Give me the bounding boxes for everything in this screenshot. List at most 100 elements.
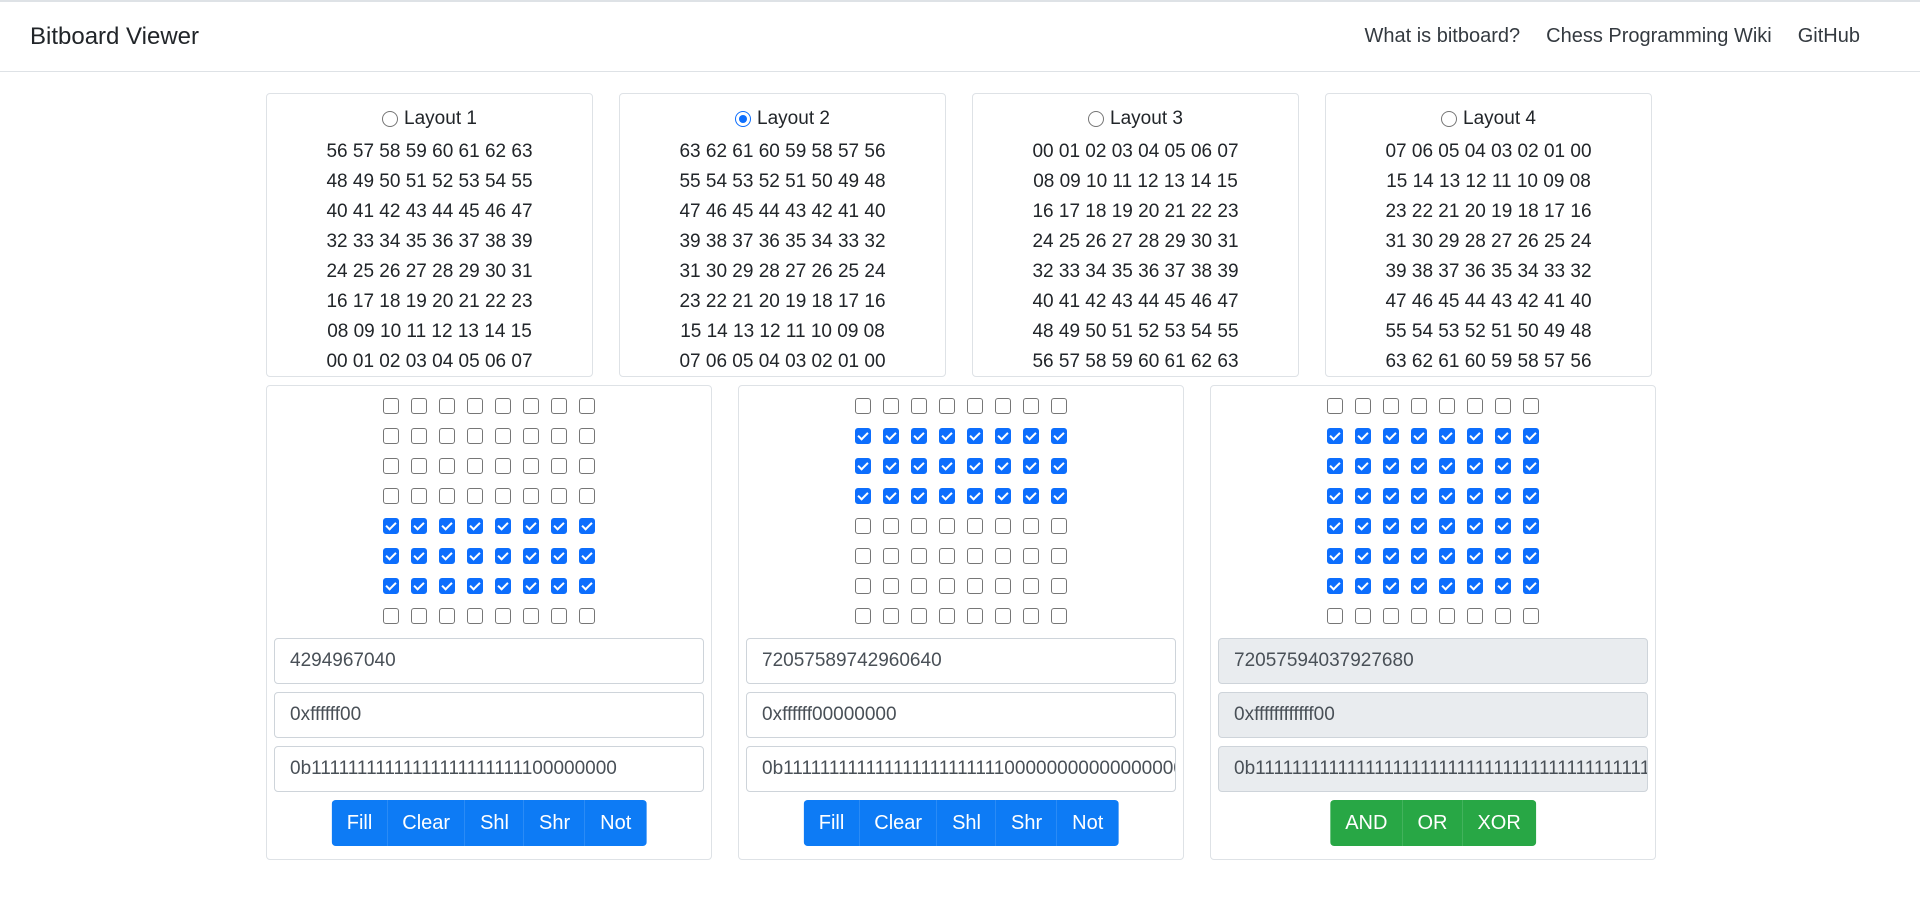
bit-checkbox[interactable] xyxy=(967,548,983,564)
bit-checkbox[interactable] xyxy=(467,398,483,414)
bit-checkbox[interactable] xyxy=(939,548,955,564)
bit-checkbox[interactable] xyxy=(579,548,595,564)
bit-checkbox[interactable] xyxy=(911,578,927,594)
bit-checkbox[interactable] xyxy=(911,518,927,534)
bit-checkbox[interactable] xyxy=(1023,458,1039,474)
bit-checkbox[interactable] xyxy=(911,428,927,444)
bit-checkbox[interactable] xyxy=(855,428,871,444)
bit-checkbox[interactable] xyxy=(411,488,427,504)
bit-checkbox[interactable] xyxy=(967,458,983,474)
clear-button[interactable]: Clear xyxy=(859,800,938,846)
shl-button[interactable]: Shl xyxy=(937,800,996,846)
bit-checkbox[interactable] xyxy=(883,398,899,414)
fill-button[interactable]: Fill xyxy=(803,800,860,846)
bit-checkbox[interactable] xyxy=(411,518,427,534)
not-button[interactable]: Not xyxy=(1057,800,1119,846)
bit-checkbox[interactable] xyxy=(411,548,427,564)
bit-checkbox[interactable] xyxy=(995,488,1011,504)
bit-checkbox[interactable] xyxy=(467,428,483,444)
bit-checkbox[interactable] xyxy=(939,518,955,534)
nav-link-what-is-bitboard[interactable]: What is bitboard? xyxy=(1365,25,1521,48)
bit-checkbox[interactable] xyxy=(967,488,983,504)
layout-radio[interactable] xyxy=(1441,111,1458,127)
bit-checkbox[interactable] xyxy=(411,578,427,594)
bit-checkbox[interactable] xyxy=(439,398,455,414)
bit-checkbox[interactable] xyxy=(551,548,567,564)
bit-checkbox[interactable] xyxy=(855,398,871,414)
bit-checkbox[interactable] xyxy=(495,488,511,504)
bit-checkbox[interactable] xyxy=(939,458,955,474)
bit-checkbox[interactable] xyxy=(383,548,399,564)
bit-checkbox[interactable] xyxy=(883,548,899,564)
bit-checkbox[interactable] xyxy=(883,608,899,624)
bit-checkbox[interactable] xyxy=(495,608,511,624)
binary-field[interactable]: 0b11111111111111111111111100000000 xyxy=(274,746,704,792)
bit-checkbox[interactable] xyxy=(523,488,539,504)
or-button[interactable]: OR xyxy=(1402,800,1463,846)
bit-checkbox[interactable] xyxy=(995,398,1011,414)
binary-field[interactable]: 0b11111111111111111111111100000000000000… xyxy=(746,746,1176,792)
bit-checkbox[interactable] xyxy=(1051,578,1067,594)
bit-checkbox[interactable] xyxy=(523,428,539,444)
bit-checkbox[interactable] xyxy=(495,428,511,444)
layout-option[interactable]: Layout 3 xyxy=(973,106,1298,132)
layout-radio[interactable] xyxy=(1088,111,1105,127)
bit-checkbox[interactable] xyxy=(1023,608,1039,624)
bit-checkbox[interactable] xyxy=(495,548,511,564)
shl-button[interactable]: Shl xyxy=(465,800,524,846)
bit-checkbox[interactable] xyxy=(495,458,511,474)
bit-checkbox[interactable] xyxy=(995,518,1011,534)
fill-button[interactable]: Fill xyxy=(331,800,388,846)
bit-checkbox[interactable] xyxy=(1051,608,1067,624)
bit-checkbox[interactable] xyxy=(495,578,511,594)
bit-checkbox[interactable] xyxy=(855,548,871,564)
bit-checkbox[interactable] xyxy=(467,548,483,564)
bit-checkbox[interactable] xyxy=(383,398,399,414)
bit-checkbox[interactable] xyxy=(439,458,455,474)
decimal-field[interactable]: 72057589742960640 xyxy=(746,638,1176,684)
bit-checkbox[interactable] xyxy=(1023,578,1039,594)
bit-checkbox[interactable] xyxy=(579,488,595,504)
bit-checkbox[interactable] xyxy=(551,488,567,504)
bit-checkbox[interactable] xyxy=(911,458,927,474)
bit-checkbox[interactable] xyxy=(883,578,899,594)
bit-checkbox[interactable] xyxy=(855,518,871,534)
bit-checkbox[interactable] xyxy=(939,488,955,504)
decimal-field[interactable]: 4294967040 xyxy=(274,638,704,684)
bit-checkbox[interactable] xyxy=(855,608,871,624)
layout-radio[interactable] xyxy=(735,111,752,127)
bit-checkbox[interactable] xyxy=(411,428,427,444)
nav-link-chess-programming-wiki[interactable]: Chess Programming Wiki xyxy=(1546,25,1772,48)
bit-checkbox[interactable] xyxy=(551,608,567,624)
bit-checkbox[interactable] xyxy=(995,578,1011,594)
bit-checkbox[interactable] xyxy=(439,578,455,594)
bit-checkbox[interactable] xyxy=(383,488,399,504)
bit-checkbox[interactable] xyxy=(411,458,427,474)
bit-checkbox[interactable] xyxy=(411,398,427,414)
bit-checkbox[interactable] xyxy=(551,578,567,594)
hex-field[interactable]: 0xffffff00 xyxy=(274,692,704,738)
layout-option[interactable]: Layout 2 xyxy=(620,106,945,132)
xor-button[interactable]: XOR xyxy=(1462,800,1536,846)
bit-checkbox[interactable] xyxy=(579,518,595,534)
bit-checkbox[interactable] xyxy=(1023,398,1039,414)
bit-checkbox[interactable] xyxy=(1023,428,1039,444)
clear-button[interactable]: Clear xyxy=(387,800,466,846)
bit-checkbox[interactable] xyxy=(883,428,899,444)
bit-checkbox[interactable] xyxy=(1023,488,1039,504)
bit-checkbox[interactable] xyxy=(383,428,399,444)
bit-checkbox[interactable] xyxy=(883,518,899,534)
bit-checkbox[interactable] xyxy=(523,398,539,414)
hex-field[interactable]: 0xffffff00000000 xyxy=(746,692,1176,738)
bit-checkbox[interactable] xyxy=(967,608,983,624)
shr-button[interactable]: Shr xyxy=(524,800,586,846)
bit-checkbox[interactable] xyxy=(551,458,567,474)
bit-checkbox[interactable] xyxy=(911,548,927,564)
bit-checkbox[interactable] xyxy=(439,428,455,444)
bit-checkbox[interactable] xyxy=(995,428,1011,444)
bit-checkbox[interactable] xyxy=(855,458,871,474)
bit-checkbox[interactable] xyxy=(579,458,595,474)
bit-checkbox[interactable] xyxy=(911,488,927,504)
bit-checkbox[interactable] xyxy=(939,608,955,624)
bit-checkbox[interactable] xyxy=(383,518,399,534)
